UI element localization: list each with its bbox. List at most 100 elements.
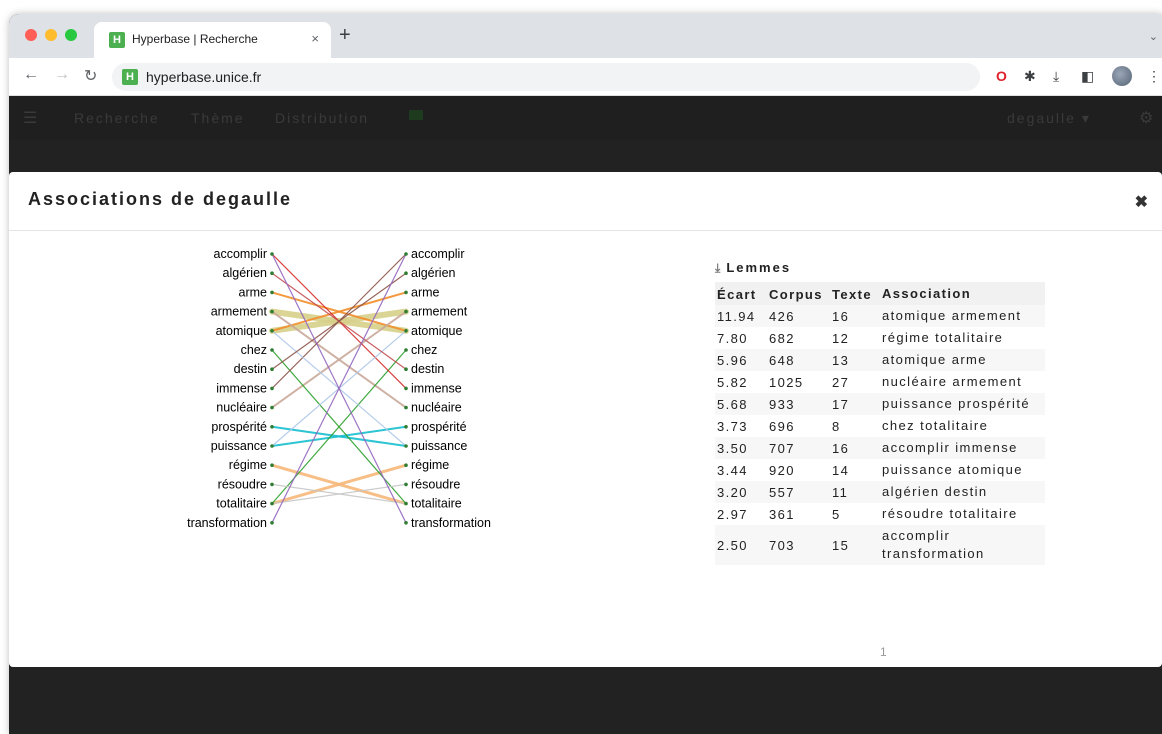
cell-corpus: 933: [767, 393, 830, 415]
right-word-node: [404, 271, 408, 275]
left-word-label[interactable]: destin: [234, 362, 267, 376]
cell-texte: 27: [832, 374, 850, 390]
hyperbase-favicon-icon: H: [109, 32, 125, 48]
right-word-label[interactable]: destin: [411, 362, 444, 376]
profile-avatar[interactable]: [1112, 66, 1132, 86]
tab-close-icon[interactable]: ×: [311, 31, 319, 46]
left-word-node: [270, 501, 274, 506]
right-word-node: [404, 482, 408, 487]
left-word-node: [270, 329, 274, 333]
right-word-node: [404, 386, 408, 391]
left-word-node: [270, 405, 274, 410]
right-word-node: [404, 444, 408, 448]
right-word-label[interactable]: immense: [411, 381, 462, 395]
table-row: 11.94 426 16 atomique armement: [715, 305, 1045, 327]
left-word-node: [270, 386, 274, 391]
right-word-label[interactable]: algérien: [411, 266, 456, 280]
right-word-label[interactable]: accomplir: [411, 247, 465, 261]
left-word-label[interactable]: algérien: [223, 266, 268, 280]
left-word-label[interactable]: accomplir: [214, 247, 268, 261]
left-word-label[interactable]: régime: [229, 458, 267, 472]
right-word-label[interactable]: régime: [411, 458, 449, 472]
table-row: 2.50 703 15 accomplir transformation: [715, 525, 1045, 565]
close-icon[interactable]: ✖: [1135, 192, 1148, 212]
table-row: 5.82 1025 27 nucléaire armement: [715, 371, 1045, 393]
tab-hyperbase[interactable]: H Hyperbase | Recherche ×: [94, 22, 331, 58]
left-word-node: [270, 367, 274, 371]
left-word-label[interactable]: puissance: [211, 439, 267, 453]
left-word-label[interactable]: nucléaire: [216, 401, 267, 415]
lemmes-label: Lemmes: [726, 260, 792, 275]
close-window-button[interactable]: [25, 29, 37, 41]
associations-table: Écart Corpus Texte Association 11.94 426 1…: [715, 282, 1045, 565]
left-word-label[interactable]: immense: [216, 381, 267, 395]
right-word-label[interactable]: armement: [411, 305, 468, 319]
right-word-label[interactable]: puissance: [411, 439, 467, 453]
left-word-label[interactable]: chez: [241, 343, 267, 357]
back-arrow-icon[interactable]: ←: [23, 66, 39, 84]
url-input[interactable]: H hyperbase.unice.fr: [112, 63, 980, 91]
cell-corpus: 361: [769, 506, 795, 522]
left-word-label[interactable]: totalitaire: [216, 497, 267, 511]
left-word-label[interactable]: transformation: [187, 516, 267, 530]
cell-texte: 17: [830, 393, 880, 415]
side-panel-icon[interactable]: ◧: [1081, 68, 1094, 85]
reload-icon[interactable]: ↻: [84, 66, 97, 86]
extensions-puzzle-icon[interactable]: ✱: [1024, 68, 1036, 85]
cell-association: résoudre totalitaire: [882, 506, 1018, 521]
cell-ecart: 5.82: [717, 374, 748, 390]
nav-tab-distribution[interactable]: Distribution: [275, 110, 369, 126]
minimize-window-button[interactable]: [45, 29, 57, 41]
right-word-node: [404, 309, 408, 314]
corpus-selector[interactable]: degaulle ▾: [1007, 110, 1091, 127]
tab-search-chevron-icon[interactable]: ⌄: [1149, 30, 1158, 43]
right-word-node: [404, 329, 408, 333]
left-word-label[interactable]: atomique: [216, 324, 267, 338]
right-word-node: [404, 463, 408, 467]
hamburger-menu-icon[interactable]: ☰: [23, 108, 37, 128]
address-bar: ← → ↻ H hyperbase.unice.fr O ✱ ⤓ ◧ ⋮: [9, 58, 1162, 96]
left-word-label[interactable]: armement: [211, 305, 268, 319]
cell-association: nucléaire armement: [882, 374, 1023, 389]
cell-ecart: 5.96: [715, 349, 767, 371]
left-word-node: [270, 444, 274, 448]
table-row: 7.80 682 12 régime totalitaire: [715, 327, 1045, 349]
nav-tab-theme[interactable]: Thème: [191, 110, 245, 126]
table-row: 5.96 648 13 atomique arme: [715, 349, 1045, 371]
left-word-label[interactable]: arme: [239, 285, 268, 299]
column-header-corpus[interactable]: Corpus: [767, 282, 830, 305]
left-word-node: [270, 252, 274, 256]
cell-ecart: 11.94: [715, 305, 767, 327]
forward-arrow-icon[interactable]: →: [54, 66, 70, 84]
right-word-label[interactable]: transformation: [411, 516, 491, 530]
new-tab-button[interactable]: +: [339, 25, 351, 45]
cell-texte: 15: [830, 525, 880, 565]
nav-tab-recherche[interactable]: Recherche: [74, 110, 160, 126]
cell-corpus: 920: [769, 462, 795, 478]
download-icon[interactable]: ⤓: [715, 261, 720, 275]
right-word-node: [404, 348, 408, 352]
left-word-label[interactable]: résoudre: [218, 477, 267, 491]
right-word-label[interactable]: totalitaire: [411, 497, 462, 511]
cell-texte: 11: [830, 481, 880, 503]
right-word-label[interactable]: atomique: [411, 324, 462, 338]
pagination-page[interactable]: 1: [880, 645, 887, 659]
maximize-window-button[interactable]: [65, 29, 77, 41]
right-word-label[interactable]: prospérité: [411, 420, 467, 434]
right-word-label[interactable]: nucléaire: [411, 401, 462, 415]
right-word-label[interactable]: arme: [411, 285, 440, 299]
gear-icon[interactable]: ⚙: [1139, 108, 1153, 128]
browser-menu-icon[interactable]: ⋮: [1147, 68, 1161, 85]
column-header-association[interactable]: Association: [880, 282, 1045, 305]
video-camera-icon[interactable]: [409, 110, 423, 120]
right-word-label[interactable]: chez: [411, 343, 437, 357]
cell-association: puissance prospérité: [880, 393, 1045, 415]
cell-corpus: 1025: [769, 374, 804, 390]
right-word-label[interactable]: résoudre: [411, 477, 460, 491]
cell-corpus: 682: [769, 330, 795, 346]
left-word-label[interactable]: prospérité: [211, 420, 267, 434]
column-header-ecart[interactable]: Écart: [715, 282, 767, 305]
opera-extension-icon[interactable]: O: [996, 68, 1007, 84]
column-header-texte[interactable]: Texte: [830, 282, 880, 305]
downloads-icon[interactable]: ⤓: [1053, 68, 1059, 85]
